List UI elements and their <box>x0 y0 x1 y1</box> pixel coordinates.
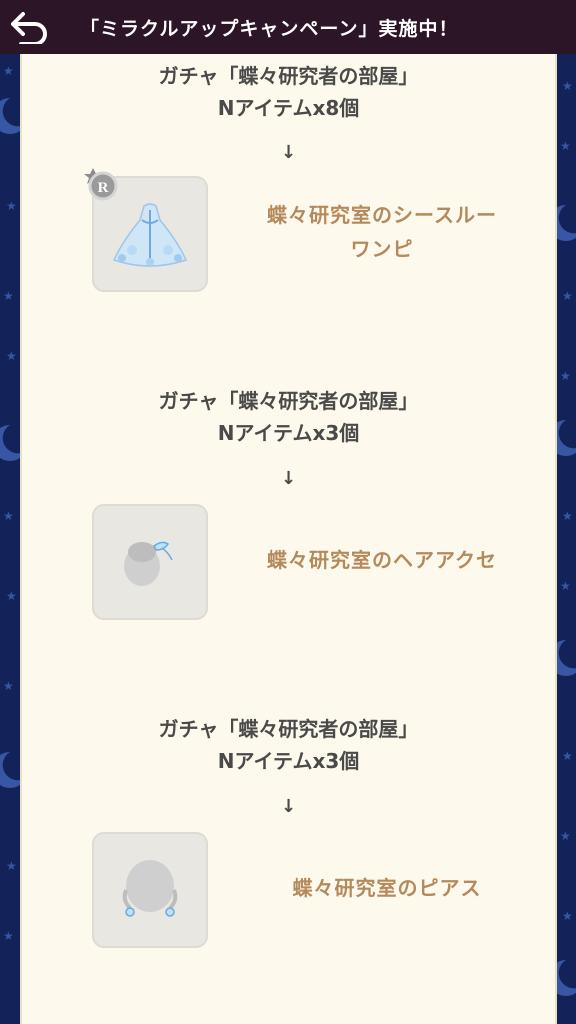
svg-text:★: ★ <box>3 289 14 303</box>
hair-accessory-icon <box>124 541 173 586</box>
condition-line: ガチャ「蝶々研究者の部屋」 <box>158 389 419 413</box>
svg-text:★: ★ <box>3 509 14 523</box>
back-button[interactable] <box>6 4 52 50</box>
svg-text:★: ★ <box>560 579 571 593</box>
down-arrow: ↓ <box>280 468 297 489</box>
svg-text:★: ★ <box>562 509 573 523</box>
condition-count: Nアイテムx3個 <box>217 749 360 773</box>
back-arrow-icon <box>11 12 47 44</box>
svg-text:★: ★ <box>3 64 14 78</box>
condition-line: ガチャ「蝶々研究者の部屋」 <box>158 717 419 741</box>
svg-text:★: ★ <box>562 79 573 93</box>
rarity-badge: R <box>84 168 118 201</box>
svg-text:★: ★ <box>3 929 14 943</box>
svg-text:★: ★ <box>3 679 14 693</box>
item-thumbnail[interactable] <box>92 504 208 620</box>
svg-text:★: ★ <box>562 909 573 923</box>
svg-text:★: ★ <box>562 749 573 763</box>
svg-text:★: ★ <box>6 589 17 603</box>
reward-list-panel: ガチャ「蝶々研究者の部屋」 Nアイテムx8個 ↓ R 蝶々研究室のシースルー ワ… <box>20 54 557 1024</box>
condition-count: Nアイテムx3個 <box>217 421 360 445</box>
item-thumbnail[interactable]: R <box>84 168 208 292</box>
item-name: 蝶々研究室のヘアアクセ <box>267 548 497 572</box>
item-name-line: 蝶々研究室のシースルー <box>267 203 497 227</box>
condition-count: Nアイテムx8個 <box>217 96 360 120</box>
svg-text:★: ★ <box>560 369 571 383</box>
svg-text:★: ★ <box>6 199 17 213</box>
item-name: 蝶々研究室のシースルー ワンピ <box>222 198 542 266</box>
item-name: 蝶々研究室のピアス <box>292 876 482 900</box>
svg-text:★: ★ <box>6 859 17 873</box>
earrings-icon <box>122 860 178 917</box>
item-thumbnail[interactable] <box>92 832 208 948</box>
condition-line: ガチャ「蝶々研究者の部屋」 <box>158 64 419 88</box>
down-arrow: ↓ <box>280 796 297 817</box>
page-title: 「ミラクルアップキャンペーン」実施中！ <box>80 17 459 40</box>
item-name-line: ワンピ <box>350 237 414 261</box>
svg-text:★: ★ <box>560 139 571 153</box>
svg-text:★: ★ <box>6 349 17 363</box>
svg-text:★: ★ <box>562 289 573 303</box>
rarity-label: R <box>98 180 109 196</box>
svg-text:★: ★ <box>560 829 571 843</box>
down-arrow: ↓ <box>280 142 297 163</box>
header-bar: 「ミラクルアップキャンペーン」実施中！ <box>0 0 576 54</box>
